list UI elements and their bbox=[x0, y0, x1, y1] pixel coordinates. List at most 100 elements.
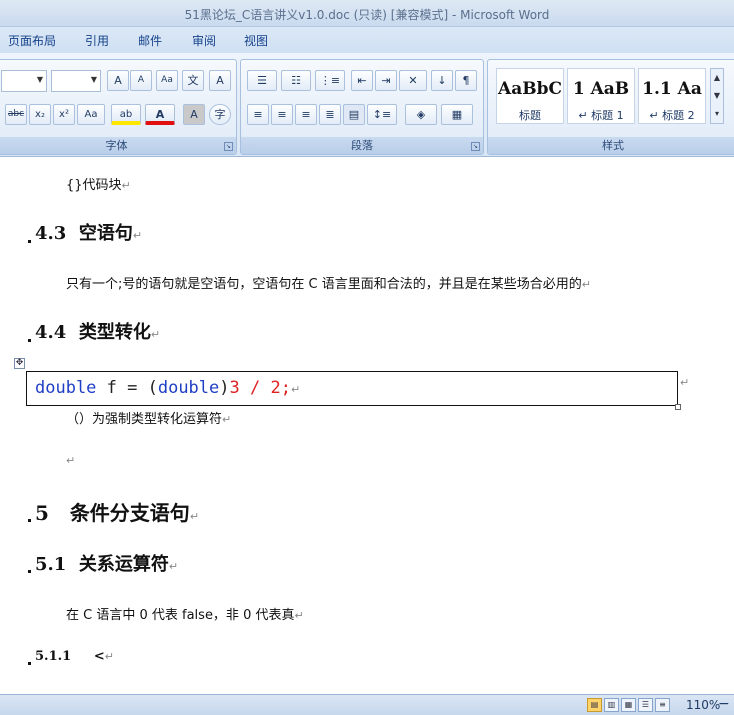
tab-references[interactable]: 引用 bbox=[85, 32, 109, 49]
chinese-layout-button[interactable]: ✕ bbox=[399, 70, 427, 91]
tab-view[interactable]: 视图 bbox=[244, 32, 268, 49]
chevron-down-icon: ▼ bbox=[36, 75, 43, 84]
style-heading-2[interactable]: 1.1 Aa ↵ 标题 2 bbox=[638, 68, 706, 124]
print-layout-view-button[interactable]: ▤ bbox=[587, 698, 602, 712]
code-block-line: {}代码块↵ bbox=[66, 174, 131, 193]
dialog-launcher-icon[interactable]: ↘ bbox=[224, 142, 233, 151]
style-title[interactable]: AaBbC 标题 bbox=[496, 68, 564, 124]
style-heading-1[interactable]: 1 AaB ↵ 标题 1 bbox=[567, 68, 635, 124]
clear-format-button[interactable]: Aa bbox=[156, 70, 178, 91]
tab-mailings[interactable]: 邮件 bbox=[138, 32, 162, 49]
paragraph-mark: ↵ bbox=[189, 510, 200, 523]
borders-button[interactable]: ▦ bbox=[441, 104, 473, 125]
highlight-color-button[interactable]: ab bbox=[111, 104, 141, 125]
paragraph-group: ☰ ☷ ⋮≡ ⇤ ⇥ ✕ ↓ ¶ ≡ ≡ ≡ ≣ ▤ ↕≡ ◈ ▦ 段落 ↘ bbox=[240, 59, 484, 155]
style-name: ↵ 标题 1 bbox=[578, 109, 624, 122]
style-name: ↵ 标题 2 bbox=[649, 109, 695, 122]
title-bar: 51黑论坛_C语言讲义v1.0.doc (只读) [兼容模式] - Micros… bbox=[0, 0, 734, 27]
sort-button[interactable]: ↓ bbox=[431, 70, 453, 91]
heading-5-1-1: 5.1.1 <↵ bbox=[35, 649, 114, 664]
dialog-launcher-icon[interactable]: ↘ bbox=[471, 142, 480, 151]
phonetic-guide-button[interactable]: 文 bbox=[182, 70, 204, 91]
align-left-icon: ≡ bbox=[253, 108, 263, 121]
heading-text: < bbox=[93, 649, 105, 664]
distributed-button[interactable]: ▤ bbox=[343, 104, 365, 125]
character-border-button[interactable]: A bbox=[209, 70, 231, 91]
paragraph-text: 在 C 语言中 0 代表 false，非 0 代表真 bbox=[66, 608, 295, 623]
document-page[interactable]: {}代码块↵ 4.3 空语句↵ 只有一个;号的语句就是空语句，空语句在 C 语言… bbox=[0, 162, 734, 694]
outline-icon: ☰ bbox=[641, 700, 650, 709]
shrink-font-button[interactable]: A bbox=[130, 70, 152, 91]
print-layout-icon: ▤ bbox=[590, 700, 599, 709]
ribbon: ▼ ▼ A A Aa 文 A abc x₂ x² Aa ab A A 字 字体 … bbox=[0, 53, 734, 157]
enclose-characters-button[interactable]: 字 bbox=[209, 104, 231, 125]
shading-button[interactable]: ◈ bbox=[405, 104, 437, 125]
code-table-cell[interactable]: double f = (double)3 / 2;↵ bbox=[26, 371, 678, 406]
heading-text: 类型转化 bbox=[78, 322, 151, 343]
font-group: ▼ ▼ A A Aa 文 A abc x₂ x² Aa ab A A 字 字体 … bbox=[0, 59, 237, 155]
styles-group: AaBbC 标题 1 AaB ↵ 标题 1 1.1 Aa ↵ 标题 2 ▲ ▼ ▾ … bbox=[487, 59, 734, 155]
cast-paragraph: （）为强制类型转化运算符↵ bbox=[66, 408, 231, 427]
font-size-combo[interactable]: ▼ bbox=[51, 70, 101, 92]
heading-4-4: 4.4 类型转化↵ bbox=[35, 318, 160, 344]
empty-paragraph-mark: ↵ bbox=[66, 454, 76, 467]
line-spacing-icon: ↕≡ bbox=[372, 108, 392, 121]
status-bar: ▤ ▥ ▦ ☰ ≡ 110% − bbox=[0, 694, 734, 715]
heading-bullet bbox=[28, 570, 31, 573]
paragraph-mark: ↵ bbox=[290, 383, 301, 396]
styles-scroll[interactable]: ▲ ▼ ▾ bbox=[710, 68, 724, 124]
style-preview: AaBbC bbox=[498, 79, 562, 99]
outline-view-button[interactable]: ☰ bbox=[638, 698, 653, 712]
line-spacing-button[interactable]: ↕≡ bbox=[367, 104, 397, 125]
heading-number: 4.3 bbox=[35, 223, 67, 244]
align-center-button[interactable]: ≡ bbox=[271, 104, 293, 125]
sort-icon: ↓ bbox=[437, 74, 447, 87]
code-number: 2 bbox=[270, 378, 281, 398]
font-color-button[interactable]: A bbox=[145, 104, 175, 125]
heading-bullet bbox=[28, 339, 31, 342]
full-screen-reading-button[interactable]: ▥ bbox=[604, 698, 619, 712]
align-right-button[interactable]: ≡ bbox=[295, 104, 317, 125]
table-move-handle-icon[interactable]: ✥ bbox=[14, 358, 25, 369]
strikethrough-button[interactable]: abc bbox=[5, 104, 27, 125]
numbering-button[interactable]: ☷ bbox=[281, 70, 311, 91]
code-line: double f = (double)3 / 2;↵ bbox=[35, 378, 300, 398]
tab-page-layout[interactable]: 页面布局 bbox=[8, 32, 56, 49]
heading-text: 空语句 bbox=[78, 223, 133, 244]
window-title: 51黑论坛_C语言讲义v1.0.doc (只读) [兼容模式] - Micros… bbox=[184, 8, 550, 22]
code-number: 3 bbox=[229, 378, 240, 398]
web-layout-icon: ▦ bbox=[624, 700, 633, 709]
heading-4-3: 4.3 空语句↵ bbox=[35, 219, 142, 245]
increase-indent-button[interactable]: ⇥ bbox=[375, 70, 397, 91]
heading-number: 5.1.1 bbox=[35, 649, 72, 664]
grow-font-button[interactable]: A bbox=[107, 70, 129, 91]
font-group-label: 字体 bbox=[0, 137, 236, 154]
character-shading-button[interactable]: A bbox=[183, 104, 205, 125]
align-left-button[interactable]: ≡ bbox=[247, 104, 269, 125]
draft-view-button[interactable]: ≡ bbox=[655, 698, 670, 712]
code-keyword: double bbox=[35, 378, 97, 398]
numbering-icon: ☷ bbox=[291, 74, 301, 87]
zoom-level[interactable]: 110% bbox=[686, 698, 720, 712]
web-layout-button[interactable]: ▦ bbox=[621, 698, 636, 712]
decrease-indent-icon: ⇤ bbox=[357, 74, 367, 87]
decrease-indent-button[interactable]: ⇤ bbox=[351, 70, 373, 91]
show-marks-button[interactable]: ¶ bbox=[455, 70, 477, 91]
tab-review[interactable]: 审阅 bbox=[192, 32, 216, 49]
row-end-mark: ↵ bbox=[680, 376, 690, 389]
superscript-button[interactable]: x² bbox=[53, 104, 75, 125]
zoom-out-button[interactable]: − bbox=[718, 696, 730, 712]
heading-number: 4.4 bbox=[35, 322, 67, 343]
bullets-button[interactable]: ☰ bbox=[247, 70, 277, 91]
code-keyword: double bbox=[157, 378, 220, 398]
table-resize-handle[interactable] bbox=[675, 404, 681, 410]
font-name-combo[interactable]: ▼ bbox=[1, 70, 47, 92]
heading-text: 条件分支语句 bbox=[69, 501, 190, 525]
justify-button[interactable]: ≣ bbox=[319, 104, 341, 125]
subscript-button[interactable]: x₂ bbox=[29, 104, 51, 125]
empty-statement-paragraph: 只有一个;号的语句就是空语句，空语句在 C 语言里面和合法的，并且是在某些场合必… bbox=[66, 273, 591, 292]
change-case-button[interactable]: Aa bbox=[77, 104, 105, 125]
ribbon-tabs: 页面布局 引用 邮件 审阅 视图 bbox=[0, 27, 734, 53]
multilevel-list-button[interactable]: ⋮≡ bbox=[315, 70, 345, 91]
paragraph-text: （）为强制类型转化运算符 bbox=[66, 412, 223, 427]
